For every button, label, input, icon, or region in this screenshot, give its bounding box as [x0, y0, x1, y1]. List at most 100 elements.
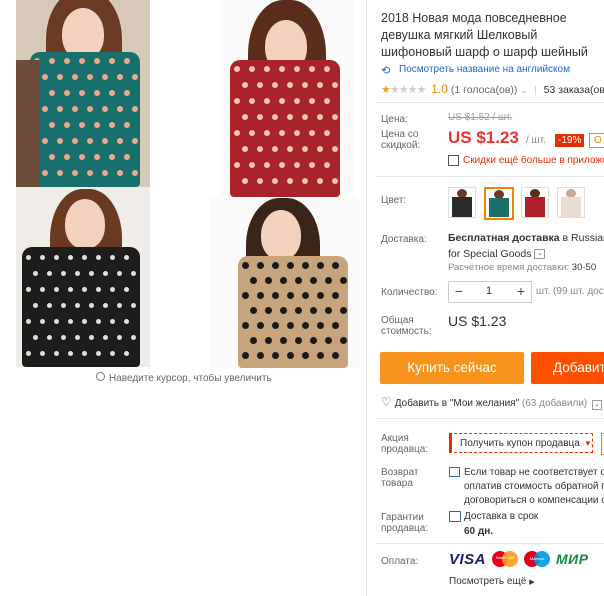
scarf-dot — [316, 178, 323, 184]
scarf-dot — [324, 66, 330, 72]
scarf-dot — [256, 146, 263, 152]
zoom-hint: Наведите курсор, чтобы увеличить — [96, 372, 272, 384]
scarf-dot — [287, 352, 294, 359]
scarf-dot — [257, 352, 264, 359]
scarf-dot — [264, 66, 270, 72]
total-value: US $1.23 — [448, 313, 507, 329]
scarf-dot — [64, 90, 70, 96]
scarf-dot — [309, 277, 317, 284]
scarf-dot — [40, 287, 45, 292]
add-to-cart-button[interactable]: Добавит — [531, 352, 604, 384]
scarf-dot — [331, 114, 338, 120]
scarf-dot — [54, 351, 59, 356]
see-more-payment-link[interactable]: Посмотреть ещё ▶ — [449, 576, 535, 587]
scarf-dot — [68, 319, 73, 324]
product-title: 2018 Новая мода повседневное девушка мяг… — [381, 11, 588, 59]
scarf-dot — [54, 319, 59, 324]
scarf-dot — [75, 271, 80, 276]
scarf-dot — [68, 351, 73, 356]
scarf-dot — [324, 307, 332, 314]
scarf-dot — [264, 307, 272, 314]
scarf-dot — [131, 335, 136, 340]
scarf-dot — [279, 162, 285, 168]
scarf-dot — [94, 154, 100, 160]
scarf-dot — [71, 106, 78, 112]
scarf-dot — [40, 351, 45, 356]
product-photo-beige[interactable] — [210, 198, 360, 368]
scarf-dot — [234, 98, 240, 104]
discount-badge: -19% — [555, 134, 585, 147]
rating-votes[interactable]: (1 голоса(ов)) — [451, 84, 518, 96]
app-promo[interactable]: Скидки ещё больше в приложе — [448, 155, 604, 166]
get-seller-coupon-button[interactable]: Получить купон продавца ▼ — [449, 433, 593, 453]
scarf-dot — [41, 74, 48, 80]
scarf-dot — [131, 106, 138, 112]
scarf-dot — [331, 82, 338, 88]
scarf-dot — [110, 255, 115, 260]
scarf-dot — [110, 287, 115, 292]
scarf-dot — [294, 66, 300, 72]
quantity-increase-button[interactable]: + — [511, 282, 531, 302]
scarf-dot — [96, 351, 101, 356]
scarf-dot — [309, 307, 317, 314]
scarf-dot — [279, 66, 285, 72]
scarf-dot — [309, 337, 317, 344]
color-swatch-beige[interactable] — [557, 187, 585, 218]
scarf-dot — [124, 90, 130, 96]
add-to-wishlist[interactable]: ♡ Добавить в "Мои желания" (63 добавили) … — [381, 395, 603, 410]
scarf-dot — [332, 262, 339, 269]
quantity-input[interactable]: 1 — [479, 285, 499, 297]
scarf-dot — [75, 335, 80, 340]
scarf-dot — [256, 178, 263, 184]
guarantee-label: Гарантии продавца: — [381, 512, 429, 534]
scarf-dot — [302, 352, 309, 359]
chevron-down-icon[interactable]: ⌄ — [520, 86, 527, 95]
scarf-dot — [339, 337, 347, 344]
scarf-dot — [264, 98, 270, 104]
product-photo-teal[interactable] — [16, 0, 150, 187]
chevron-down-icon[interactable]: ⌄ — [592, 400, 603, 410]
scarf-dot — [89, 271, 94, 276]
scarf-dot — [124, 319, 129, 324]
scarf-dot — [86, 74, 93, 80]
scarf-dot — [256, 82, 263, 88]
scarf-dot — [131, 170, 138, 176]
scarf-dot — [101, 138, 108, 144]
scarf-dot — [79, 122, 85, 128]
color-swatch-red[interactable] — [521, 187, 549, 218]
scarf-dot — [324, 277, 332, 284]
scarf-dot — [317, 352, 324, 359]
color-label: Цвет: — [381, 195, 407, 206]
scarf-dot — [117, 335, 122, 340]
scarf-dot — [79, 58, 85, 64]
scarf-dot — [242, 322, 249, 329]
product-photo-red[interactable] — [220, 0, 354, 197]
scarf-dot — [49, 90, 55, 96]
product-photo-black[interactable] — [16, 187, 150, 367]
scarf-dot — [124, 255, 129, 260]
color-swatch-black[interactable] — [448, 187, 476, 218]
color-swatch-teal[interactable] — [484, 187, 514, 220]
scarf-dot — [64, 122, 70, 128]
quantity-decrease-button[interactable]: − — [449, 282, 469, 302]
scarf-dot — [116, 74, 123, 80]
translate-title-link[interactable]: ⟲ Посмотреть название на английском — [381, 64, 570, 77]
scarf-dot — [94, 58, 100, 64]
scarf-dot — [301, 178, 308, 184]
scarf-dot — [286, 146, 293, 152]
scarf-dot — [271, 178, 278, 184]
scarf-dot — [109, 154, 115, 160]
scarf-dot — [257, 292, 264, 299]
shipping-method[interactable]: for Special Goods ⌄ — [448, 248, 546, 260]
orders-count: 53 заказа(ов) — [543, 84, 604, 96]
buy-now-button[interactable]: Купить сейчас — [380, 352, 524, 384]
search-icon — [96, 372, 105, 381]
chevron-down-icon[interactable]: ⌄ — [534, 249, 546, 260]
scarf-dot — [61, 303, 66, 308]
total-label: Общая стоимость: — [381, 315, 432, 337]
scarf-dot — [131, 74, 138, 80]
scarf-dot — [271, 146, 278, 152]
guarantee-text: Доставка в срок 60 дн. — [464, 511, 539, 537]
shipping-title: Бесплатная доставка в Russian F — [448, 232, 604, 244]
discount-extra-badge: О — [589, 133, 604, 148]
